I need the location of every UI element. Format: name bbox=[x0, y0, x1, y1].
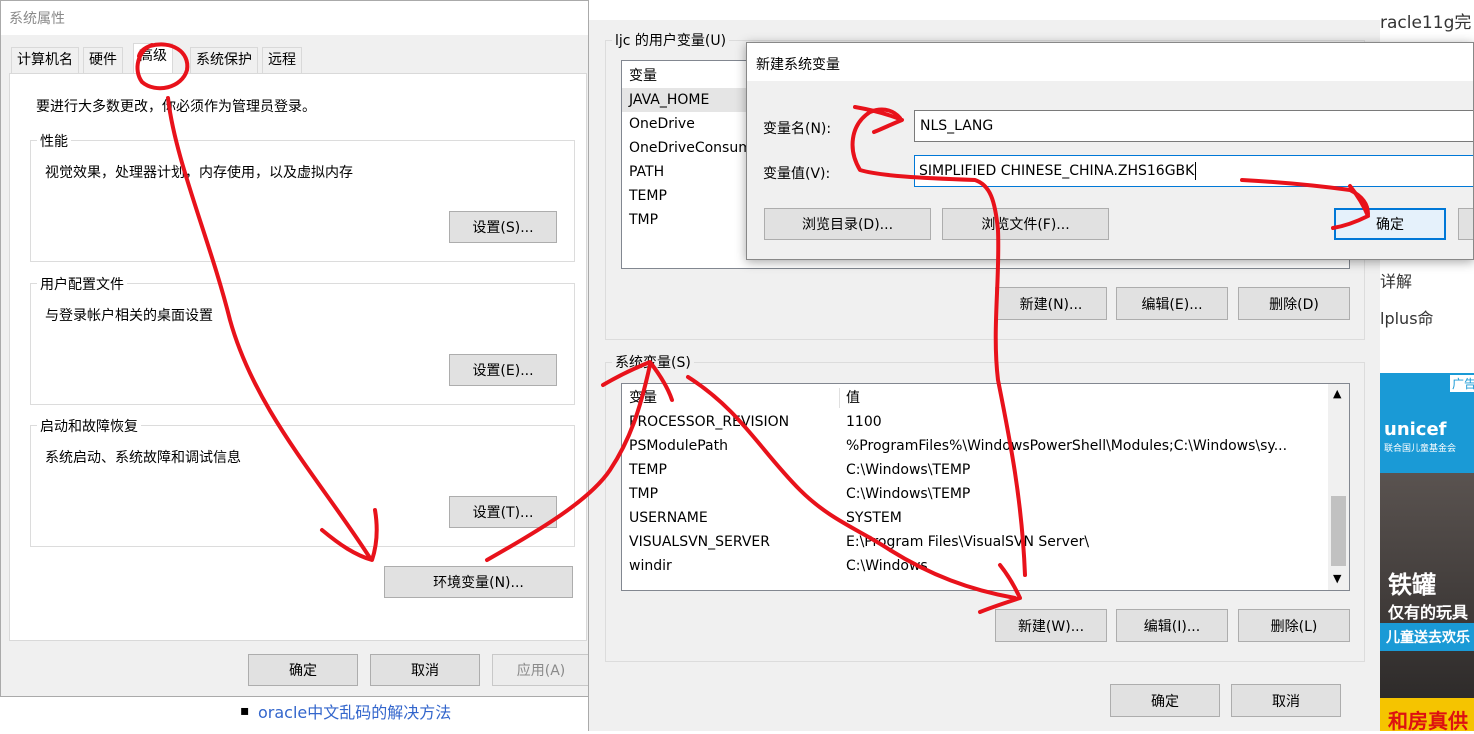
ad-banner[interactable]: 广告 unicef 联合国儿童基金会 铁罐 仅有的玩具 儿童送去欢乐 bbox=[1380, 373, 1474, 698]
dialog-title: 新建系统变量 bbox=[756, 57, 840, 73]
table-row-name[interactable]: TMP bbox=[629, 482, 658, 506]
table-row-value[interactable]: 1100 bbox=[846, 410, 882, 434]
variable-name-input[interactable]: NLS_LANG bbox=[914, 110, 1473, 142]
new-system-variable-window: 新建系统变量 变量名(N): NLS_LANG 变量值(V): SIMPLIFI… bbox=[746, 42, 1474, 260]
tab-remote[interactable]: 远程 bbox=[262, 47, 302, 73]
cancel-button[interactable]: 取消 bbox=[370, 654, 480, 686]
variable-name-label: 变量名(N): bbox=[763, 121, 832, 137]
system-edit-button[interactable]: 编辑(I)... bbox=[1116, 609, 1228, 642]
article-link[interactable]: oracle中文乱码的解决方法 bbox=[258, 699, 451, 723]
tab-advanced[interactable]: 高级 bbox=[133, 43, 173, 74]
table-row-value[interactable]: C:\Windows bbox=[846, 554, 928, 578]
background-webpage-bottom: ▪ oracle中文乱码的解决方法 bbox=[178, 697, 590, 731]
system-delete-button[interactable]: 删除(L) bbox=[1238, 609, 1350, 642]
list-item[interactable]: TEMP bbox=[629, 184, 667, 208]
system-variables-list[interactable]: 变量 值 PROCESSOR_REVISION 1100 PSModulePat… bbox=[621, 383, 1350, 591]
scroll-up-icon[interactable]: ▲ bbox=[1333, 387, 1341, 400]
column-header-value[interactable]: 值 bbox=[846, 386, 860, 410]
tab-hardware[interactable]: 硬件 bbox=[83, 47, 123, 73]
bullet-icon: ▪ bbox=[240, 703, 250, 719]
performance-group: 性能 视觉效果，处理器计划，内存使用，以及虚拟内存 设置(S)... bbox=[30, 131, 575, 262]
tab-computer-name[interactable]: 计算机名 bbox=[11, 47, 79, 73]
env-ok-button[interactable]: 确定 bbox=[1110, 684, 1220, 717]
group-title: 用户配置文件 bbox=[37, 274, 127, 294]
environment-variables-button[interactable]: 环境变量(N)... bbox=[384, 566, 573, 598]
table-row-name[interactable]: VISUALSVN_SERVER bbox=[629, 530, 770, 554]
ad-text: 联合国儿童基金会 bbox=[1384, 444, 1457, 454]
scroll-down-icon[interactable]: ▼ bbox=[1333, 572, 1341, 585]
table-row-name[interactable]: TEMP bbox=[629, 458, 667, 482]
group-desc: 与登录帐户相关的桌面设置 bbox=[45, 308, 213, 324]
user-profile-settings-button[interactable]: 设置(E)... bbox=[449, 354, 557, 386]
startup-settings-button[interactable]: 设置(T)... bbox=[449, 496, 557, 528]
ad-text: 仅有的玩具 bbox=[1388, 603, 1469, 622]
title-bar[interactable]: 新建系统变量 bbox=[747, 43, 1473, 81]
scrollbar-thumb[interactable] bbox=[1331, 496, 1346, 566]
new-var-ok-button[interactable]: 确定 bbox=[1334, 208, 1446, 240]
list-item[interactable]: TMP bbox=[629, 208, 658, 232]
variable-value-label: 变量值(V): bbox=[763, 166, 831, 182]
variable-value-text: SIMPLIFIED CHINESE_CHINA.ZHS16GBK bbox=[919, 163, 1195, 179]
group-title: 启动和故障恢复 bbox=[37, 416, 141, 436]
startup-recovery-group: 启动和故障恢复 系统启动、系统故障和调试信息 设置(T)... bbox=[30, 416, 575, 547]
unicef-logo: unicef bbox=[1384, 419, 1447, 440]
text-caret bbox=[1195, 162, 1197, 180]
system-new-button[interactable]: 新建(W)... bbox=[995, 609, 1107, 642]
tab-system-protection[interactable]: 系统保护 bbox=[190, 47, 258, 73]
column-header-variable[interactable]: 变量 bbox=[629, 386, 657, 410]
table-row-name[interactable]: PROCESSOR_REVISION bbox=[629, 410, 789, 434]
table-row-value[interactable]: SYSTEM bbox=[846, 506, 902, 530]
list-item[interactable]: OneDriveConsum bbox=[629, 136, 752, 160]
table-row-name[interactable]: windir bbox=[629, 554, 672, 578]
system-properties-window: 系统属性 计算机名 硬件 高级 系统保护 远程 要进行大多数更改，你必须作为管理… bbox=[0, 0, 591, 697]
browse-directory-button[interactable]: 浏览目录(D)... bbox=[764, 208, 931, 240]
group-desc: 系统启动、系统故障和调试信息 bbox=[45, 450, 241, 466]
group-title: ljc 的用户变量(U) bbox=[612, 30, 730, 50]
ad-text: 和房真供 bbox=[1388, 709, 1468, 733]
page-text-fragment: 详解 bbox=[1380, 272, 1413, 291]
ok-button[interactable]: 确定 bbox=[248, 654, 358, 686]
table-row-value[interactable]: C:\Windows\TEMP bbox=[846, 458, 970, 482]
user-delete-button[interactable]: 删除(D) bbox=[1238, 287, 1350, 320]
ad-text: 儿童送去欢乐 bbox=[1386, 630, 1470, 646]
table-row-name[interactable]: PSModulePath bbox=[629, 434, 728, 458]
group-title: 性能 bbox=[37, 131, 71, 151]
user-new-button[interactable]: 新建(N)... bbox=[995, 287, 1107, 320]
browse-file-button[interactable]: 浏览文件(F)... bbox=[942, 208, 1109, 240]
group-desc: 视觉效果，处理器计划，内存使用，以及虚拟内存 bbox=[45, 165, 353, 181]
vertical-scrollbar[interactable]: ▲ ▼ bbox=[1328, 384, 1349, 590]
performance-settings-button[interactable]: 设置(S)... bbox=[449, 211, 557, 243]
list-item[interactable]: PATH bbox=[629, 160, 664, 184]
column-divider bbox=[839, 388, 840, 408]
ad-label: 广告 bbox=[1450, 375, 1474, 392]
new-var-cancel-button[interactable] bbox=[1458, 208, 1473, 240]
admin-note: 要进行大多数更改，你必须作为管理员登录。 bbox=[36, 99, 316, 115]
user-profile-group: 用户配置文件 与登录帐户相关的桌面设置 设置(E)... bbox=[30, 274, 575, 405]
ad-text: 铁罐 bbox=[1388, 571, 1436, 599]
table-row-value[interactable]: C:\Windows\TEMP bbox=[846, 482, 970, 506]
variable-value-input[interactable]: SIMPLIFIED CHINESE_CHINA.ZHS16GBK bbox=[914, 155, 1473, 187]
list-item[interactable]: JAVA_HOME bbox=[622, 88, 759, 112]
list-header[interactable]: 变量 bbox=[629, 64, 657, 88]
env-cancel-button[interactable]: 取消 bbox=[1231, 684, 1341, 717]
list-item[interactable]: OneDrive bbox=[629, 112, 695, 136]
table-row-value[interactable]: %ProgramFiles%\WindowsPowerShell\Modules… bbox=[846, 434, 1287, 458]
title-bar[interactable] bbox=[589, 0, 1381, 20]
apply-button[interactable]: 应用(A) bbox=[492, 654, 590, 686]
table-row-value[interactable]: E:\Program Files\VisualSVN Server\ bbox=[846, 530, 1089, 554]
page-text-fragment: lplus命 bbox=[1380, 309, 1434, 328]
group-title: 系统变量(S) bbox=[612, 352, 694, 372]
window-title: 系统属性 bbox=[9, 11, 65, 27]
table-row-name[interactable]: USERNAME bbox=[629, 506, 708, 530]
tab-panel: 要进行大多数更改，你必须作为管理员登录。 性能 视觉效果，处理器计划，内存使用，… bbox=[9, 73, 587, 641]
user-edit-button[interactable]: 编辑(E)... bbox=[1116, 287, 1228, 320]
page-title-fragment: racle11g完 bbox=[1380, 13, 1472, 33]
title-bar[interactable]: 系统属性 bbox=[1, 1, 591, 35]
